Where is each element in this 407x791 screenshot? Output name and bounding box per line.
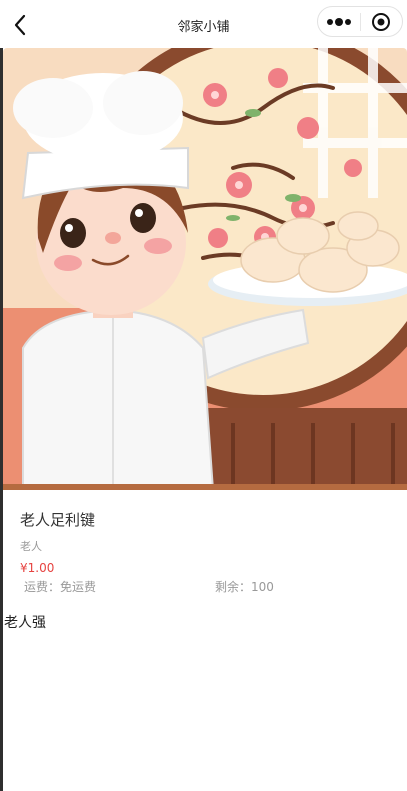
product-price: ¥1.00 [20, 561, 55, 575]
stock-remaining: 剩余：100 [215, 580, 274, 594]
mini-program-capsule [317, 6, 403, 37]
chef-illustration [3, 48, 407, 490]
product-name: 老人足利键 [20, 511, 96, 529]
close-button[interactable] [361, 7, 402, 36]
product-image [3, 48, 407, 490]
more-dots-icon [327, 17, 351, 26]
navigation-bar: 邻家小铺 [0, 0, 407, 48]
target-circle-icon [372, 12, 391, 31]
product-subtitle: 老人 [20, 540, 42, 553]
seller-name[interactable]: 老人强 [4, 612, 46, 632]
more-button[interactable] [318, 7, 360, 36]
shipping-fee: 运费：免运费 [24, 580, 97, 594]
